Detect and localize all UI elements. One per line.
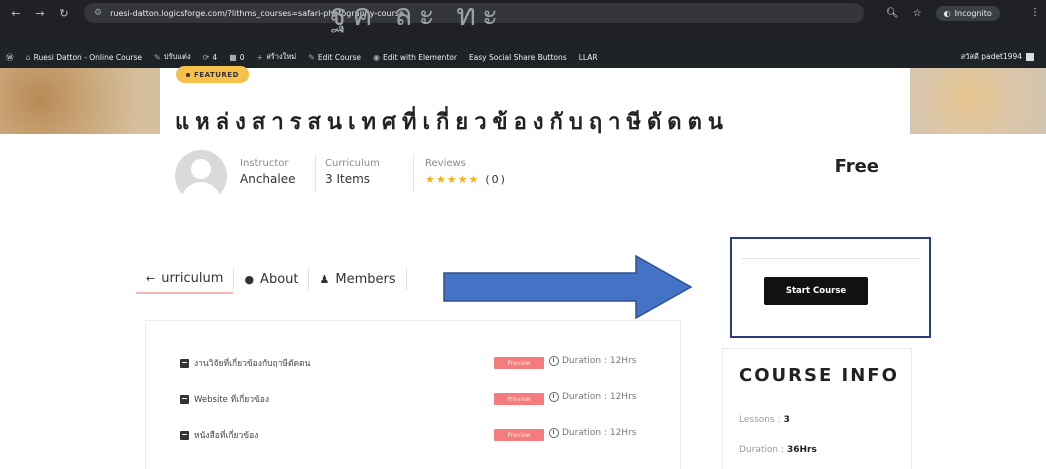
lesson-duration: Duration : 12Hrs xyxy=(549,428,636,438)
back-icon[interactable]: ← xyxy=(8,7,24,20)
course-meta-row: Instructor Anchalee Curriculum 3 Items R… xyxy=(175,146,895,206)
wp-customize[interactable]: ✎ ปรับแต่ง xyxy=(148,51,197,63)
curriculum-value: 3 Items xyxy=(325,172,371,186)
star-rating-icon: ★★★★★ xyxy=(425,173,480,186)
instructor-avatar[interactable] xyxy=(175,150,227,202)
reviews-meta: Reviews ★★★★★ (0) xyxy=(425,158,507,186)
lessons-info: Lessons :3 xyxy=(739,415,790,425)
incognito-icon: ◐ xyxy=(943,8,951,18)
featured-badge: FEATURED xyxy=(176,66,249,83)
preview-tag[interactable]: Preview xyxy=(494,357,544,369)
reviews-count: (0) xyxy=(485,173,507,186)
document-icon xyxy=(180,430,189,440)
updates-icon: ⟳ xyxy=(202,52,210,62)
forward-icon[interactable]: → xyxy=(32,7,48,20)
wp-edit-elementor[interactable]: ◉ Edit with Elementor xyxy=(367,53,463,62)
elementor-icon: ◉ xyxy=(373,52,380,62)
bookmark-star-icon[interactable]: ☆ xyxy=(913,8,922,19)
lesson-item[interactable]: Website ที่เกี่ยวข้อง xyxy=(180,391,269,407)
course-info-title: COURSE INFO xyxy=(739,365,899,386)
clock-icon xyxy=(549,392,559,402)
user-avatar-icon xyxy=(1026,53,1034,61)
course-info-panel: COURSE INFO Lessons :3 Duration :36Hrs xyxy=(722,348,912,469)
overlay-text-fragment: ฐค ละ ทะ xyxy=(330,0,505,33)
duration-info: Duration :36Hrs xyxy=(739,445,817,455)
hero-decor-right xyxy=(910,68,1046,134)
course-price: Free xyxy=(834,156,879,177)
wp-edit-course[interactable]: ✎ Edit Course xyxy=(302,53,367,62)
browser-toolbar: ← → ↻ ⚙ ruesi-datton.logicsforge.com/?li… xyxy=(0,0,1046,46)
wp-updates[interactable]: ⟳ 4 xyxy=(197,53,223,62)
instructor-meta: Instructor Anchalee xyxy=(240,158,295,186)
preview-tag[interactable]: Preview xyxy=(494,429,544,441)
lesson-duration: Duration : 12Hrs xyxy=(549,392,636,402)
wp-new[interactable]: + สร้างใหม่ xyxy=(250,51,302,63)
wp-logo-icon[interactable]: Ⓦ xyxy=(0,52,20,63)
wp-comments[interactable]: ■ 0 xyxy=(223,53,250,62)
tab-members[interactable]: ♟ Members xyxy=(309,264,405,294)
menu-kebab-icon[interactable]: ⋮ xyxy=(1030,7,1040,18)
preview-tag[interactable]: Preview xyxy=(494,393,544,405)
info-icon: ● xyxy=(244,272,255,286)
course-title: แหล่งสารสนเทศที่เกี่ยวข้องกับฤาษีดัดตน xyxy=(175,110,729,135)
tab-divider xyxy=(405,268,407,290)
zoom-icon[interactable]: 🔍︎ xyxy=(886,8,899,19)
wp-admin-bar: Ⓦ ⌂ Ruesi Datton - Online Course ✎ ปรับแต่… xyxy=(0,46,1046,68)
clock-icon xyxy=(549,356,559,366)
lesson-item[interactable]: งานวิจัยที่เกี่ยวข้องกับฤาษีดัดตน xyxy=(180,355,310,371)
wp-share-buttons[interactable]: Easy Social Share Buttons xyxy=(463,53,573,62)
tab-curriculum[interactable]: ← urriculum xyxy=(136,264,234,294)
curriculum-meta: Curriculum 3 Items xyxy=(325,158,380,186)
dot-icon xyxy=(186,72,190,77)
divider xyxy=(742,258,920,259)
tab-about[interactable]: ● About xyxy=(234,264,308,294)
pencil-icon: ✎ xyxy=(154,52,161,62)
reviews-label: Reviews xyxy=(425,158,466,169)
lesson-item[interactable]: หนังสือที่เกี่ยวข้อง xyxy=(180,427,258,443)
comment-icon: ■ xyxy=(229,52,237,62)
start-course-highlight: Start Course xyxy=(730,237,931,338)
divider xyxy=(413,154,414,192)
course-tabs: ← urriculum ● About ♟ Members xyxy=(136,264,407,294)
clock-icon xyxy=(549,428,559,438)
instructor-name[interactable]: Anchalee xyxy=(240,172,295,186)
incognito-indicator[interactable]: ◐ Incognito xyxy=(935,5,1000,21)
lesson-duration: Duration : 12Hrs xyxy=(549,356,636,366)
site-settings-icon[interactable]: ⚙ xyxy=(94,8,102,18)
home-icon: ⌂ xyxy=(25,52,31,62)
curriculum-label: Curriculum xyxy=(325,158,380,169)
reviews-rating: ★★★★★ (0) xyxy=(425,172,507,186)
document-icon xyxy=(180,394,189,404)
annotation-arrow xyxy=(443,254,693,320)
wp-user-menu[interactable]: สวัสดี padet1994 xyxy=(961,46,1034,68)
wp-llar[interactable]: LLAR xyxy=(573,53,604,62)
document-icon xyxy=(180,358,189,368)
curriculum-list: งานวิจัยที่เกี่ยวข้องกับฤาษีดัดตน Previe… xyxy=(145,320,681,469)
wp-site-name[interactable]: ⌂ Ruesi Datton - Online Course xyxy=(20,53,149,62)
hero-decor-left xyxy=(0,68,160,134)
user-icon: ♟ xyxy=(319,272,330,286)
plus-icon: + xyxy=(256,52,264,62)
reload-icon[interactable]: ↻ xyxy=(56,7,72,20)
edit-icon: ✎ xyxy=(308,52,315,62)
arrow-left-icon: ← xyxy=(146,271,156,285)
instructor-label: Instructor xyxy=(240,158,289,169)
divider xyxy=(315,154,316,192)
start-course-button[interactable]: Start Course xyxy=(764,277,868,305)
